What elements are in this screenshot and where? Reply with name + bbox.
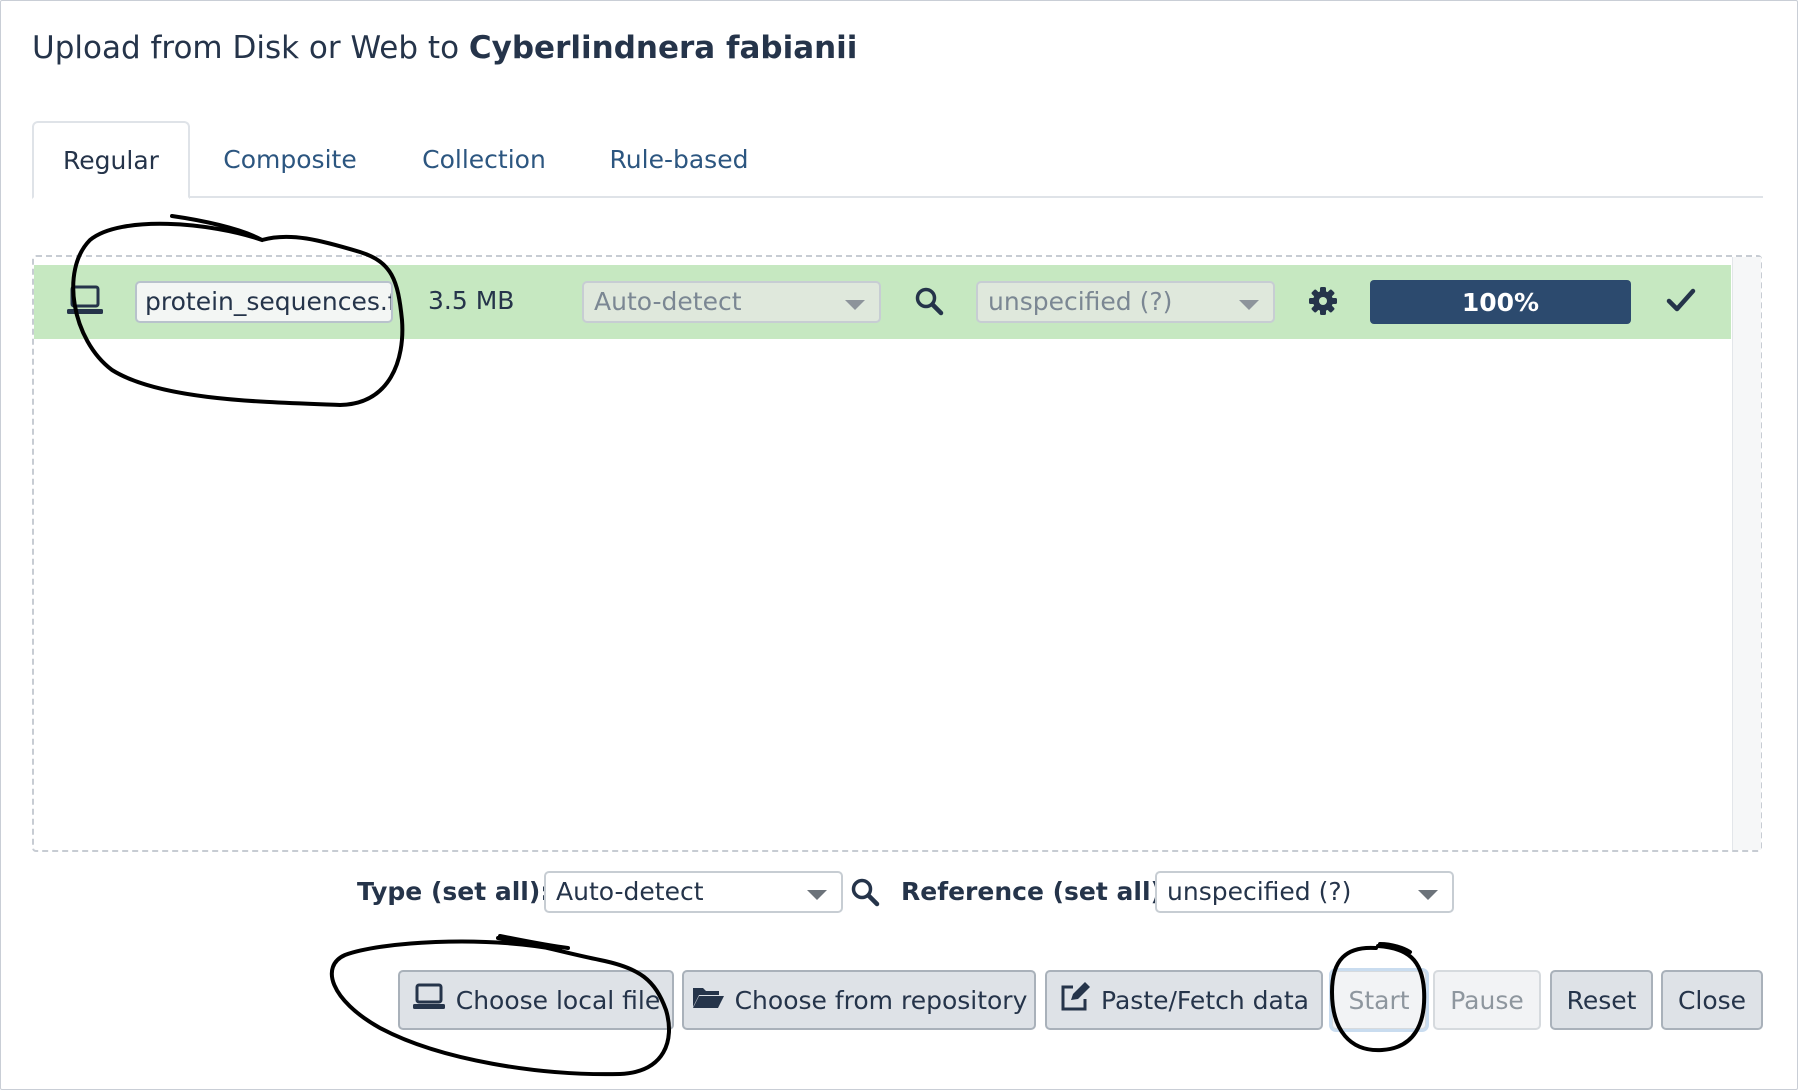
progress-label: 100% <box>1461 287 1540 317</box>
start-label: Start <box>1348 985 1410 1015</box>
choose-from-repository-button[interactable]: Choose from repository <box>682 970 1036 1030</box>
close-label: Close <box>1677 985 1747 1015</box>
choose-local-file-button[interactable]: Choose local file <box>398 970 674 1030</box>
chevron-down-icon <box>807 890 827 900</box>
tab-collection[interactable]: Collection <box>410 121 558 197</box>
type-set-all-label: Type (set all): <box>357 877 551 906</box>
reference-set-all-value: unspecified (?) <box>1167 877 1352 906</box>
search-icon[interactable] <box>914 286 944 320</box>
laptop-icon <box>66 284 104 318</box>
choose-from-repository-label: Choose from repository <box>734 985 1028 1015</box>
dialog-title-history: Cyberlindnera fabianii <box>468 30 858 66</box>
choose-local-file-label: Choose local file <box>455 985 661 1015</box>
file-type-value: Auto-detect <box>594 287 742 316</box>
file-type-select[interactable]: Auto-detect <box>582 281 881 323</box>
reset-button[interactable]: Reset <box>1550 970 1653 1030</box>
pause-button[interactable]: Pause <box>1433 970 1541 1030</box>
reference-set-all-label: Reference (set all): <box>901 877 1172 906</box>
reset-label: Reset <box>1566 985 1637 1015</box>
tab-rule-based[interactable]: Rule-based <box>600 121 758 197</box>
check-icon <box>1665 285 1697 319</box>
close-button[interactable]: Close <box>1661 970 1763 1030</box>
type-set-all-value: Auto-detect <box>556 877 704 906</box>
upload-dropzone[interactable] <box>32 255 1762 852</box>
dialog-title-prefix: Upload from Disk or Web to <box>32 30 469 66</box>
start-button[interactable]: Start <box>1329 968 1429 1032</box>
pause-label: Pause <box>1450 985 1524 1015</box>
type-set-all-select[interactable]: Auto-detect <box>544 871 843 913</box>
search-icon[interactable] <box>850 877 880 911</box>
folder-open-icon <box>691 983 725 1017</box>
tab-composite[interactable]: Composite <box>210 121 370 197</box>
gear-icon[interactable] <box>1308 286 1338 320</box>
laptop-icon <box>412 983 446 1017</box>
paste-fetch-data-label: Paste/Fetch data <box>1101 985 1309 1015</box>
file-name-input[interactable]: protein_sequences.fasta <box>135 281 393 323</box>
upload-progress-bar: 100% <box>1370 280 1631 324</box>
tab-regular[interactable]: Regular <box>32 121 190 199</box>
reference-select[interactable]: unspecified (?) <box>976 281 1275 323</box>
chevron-down-icon <box>1418 890 1438 900</box>
reference-value: unspecified (?) <box>988 287 1173 316</box>
paste-fetch-data-button[interactable]: Paste/Fetch data <box>1045 970 1323 1030</box>
dialog-title: Upload from Disk or Web to Cyberlindnera… <box>32 30 857 66</box>
reference-set-all-select[interactable]: unspecified (?) <box>1155 871 1454 913</box>
chevron-down-icon <box>1239 300 1259 310</box>
dropzone-scrollbar[interactable] <box>1732 257 1761 850</box>
chevron-down-icon <box>845 300 865 310</box>
file-size: 3.5 MB <box>428 286 515 315</box>
edit-icon <box>1059 982 1091 1018</box>
